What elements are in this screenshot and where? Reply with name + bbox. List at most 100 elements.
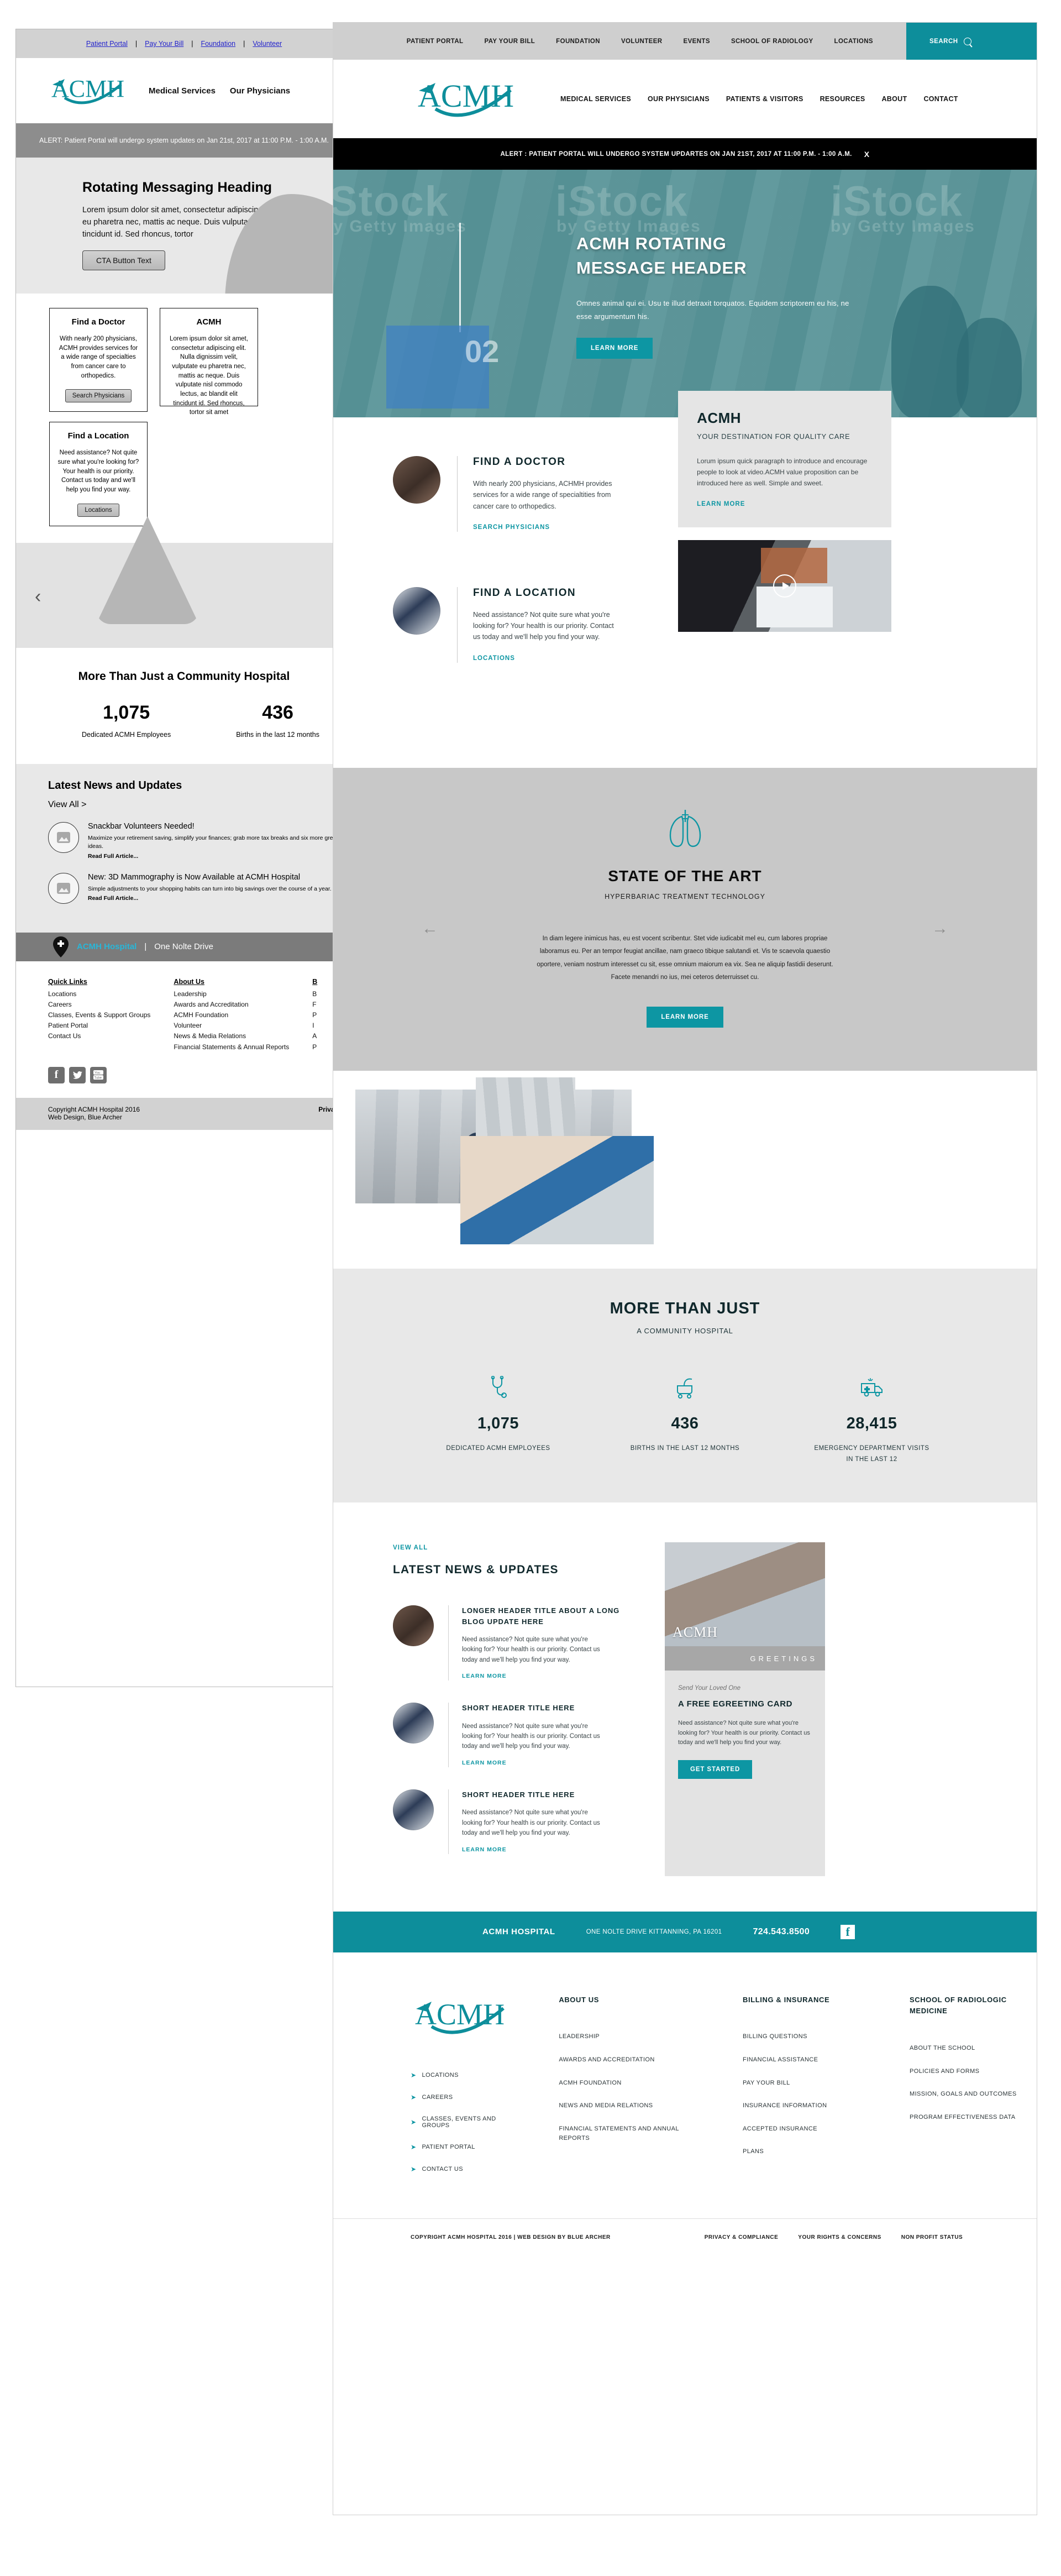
footer-link[interactable]: PROGRAM EFFECTIVENESS DATA <box>910 2113 1037 2123</box>
old-footer-link[interactable]: Financial Statements & Annual Reports <box>174 1042 289 1053</box>
old-footer-link[interactable]: Leadership <box>174 989 289 999</box>
footer-link[interactable]: MISSION, GOALS AND OUTCOMES <box>910 2090 1037 2099</box>
old-utility-link-pay-your-bill[interactable]: Pay Your Bill <box>145 40 183 48</box>
old-hero-cta-button[interactable]: CTA Button Text <box>82 250 165 271</box>
facebook-icon[interactable]: f <box>48 1066 65 1083</box>
old-footer-link[interactable]: Awards and Accreditation <box>174 999 289 1010</box>
locations-link[interactable]: LOCATIONS <box>473 655 515 662</box>
state-of-the-art-learn-more-button[interactable]: LEARN MORE <box>647 1006 723 1028</box>
old-footer-link[interactable]: Locations <box>48 989 150 999</box>
old-footer-link[interactable]: Volunteer <box>174 1020 289 1031</box>
news-thumbnail <box>393 1703 434 1744</box>
old-news-item[interactable]: New: 3D Mammography is Now Available at … <box>48 872 352 904</box>
footer-link[interactable]: ACCEPTED INSURANCE <box>743 2124 870 2134</box>
old-nav-our-physicians[interactable]: Our Physicians <box>230 86 290 96</box>
utility-link-volunteer[interactable]: VOLUNTEER <box>621 38 663 45</box>
twitter-icon[interactable] <box>69 1066 86 1083</box>
footer-link[interactable]: INSURANCE INFORMATION <box>743 2101 870 2111</box>
old-news-read-more[interactable]: Read Full Article... <box>88 853 138 860</box>
alert-close-icon[interactable]: X <box>864 150 870 159</box>
footer-link-classes-events-groups[interactable]: ➤ CLASSES, EVENTS AND GROUPS <box>411 2116 519 2129</box>
search-button[interactable]: SEARCH <box>906 23 1037 60</box>
acmh-logo-icon[interactable]: ACMH <box>411 1994 508 2038</box>
footer-link[interactable]: PAY YOUR BILL <box>743 2078 870 2088</box>
footer-link[interactable]: BILLING QUESTIONS <box>743 2032 870 2042</box>
footer-link[interactable]: ABOUT THE SCHOOL <box>910 2044 1037 2054</box>
footer-link-patient-portal[interactable]: ➤ PATIENT PORTAL <box>411 2143 519 2151</box>
old-news-read-more[interactable]: Read Full Article... <box>88 895 138 902</box>
old-locations-button[interactable]: Locations <box>77 503 119 517</box>
old-footer-link[interactable]: Patient Portal <box>48 1020 150 1031</box>
hero-learn-more-button[interactable]: LEARN MORE <box>576 338 653 359</box>
old-footer-link[interactable]: F <box>312 999 317 1010</box>
footer-link[interactable]: PLANS <box>743 2147 870 2157</box>
nav-patients-and-visitors[interactable]: PATIENTS & VISITORS <box>726 95 803 103</box>
news-item[interactable]: SHORT HEADER TITLE HERE Need assistance?… <box>393 1789 643 1854</box>
footer-link[interactable]: FINANCIAL ASSISTANCE <box>743 2055 870 2065</box>
utility-link-locations[interactable]: LOCATIONS <box>834 38 873 45</box>
feature-title: FIND A DOCTOR <box>473 456 566 468</box>
utility-link-pay-your-bill[interactable]: PAY YOUR BILL <box>484 38 535 45</box>
nav-contact[interactable]: CONTACT <box>923 95 958 103</box>
footer-privacy-compliance-link[interactable]: PRIVACY & COMPLIANCE <box>705 2234 779 2240</box>
facebook-icon[interactable]: f <box>841 1924 855 1939</box>
footer-link[interactable]: FINANCIAL STATEMENTS AND ANNUAL REPORTS <box>559 2124 703 2144</box>
nav-medical-services[interactable]: MEDICAL SERVICES <box>560 95 631 103</box>
play-icon[interactable] <box>773 574 797 598</box>
old-view-all-link[interactable]: View All > <box>48 800 352 810</box>
utility-link-school-of-radiology[interactable]: SCHOOL OF RADIOLOGY <box>731 38 813 45</box>
contact-hospital-name: ACMH HOSPITAL <box>482 1927 555 1937</box>
footer-link-locations[interactable]: ➤ LOCATIONS <box>411 2071 519 2079</box>
news-item[interactable]: LONGER HEADER TITLE ABOUT A LONG BLOG UP… <box>393 1605 643 1681</box>
acmh-logo-icon[interactable]: ACMH <box>48 74 125 108</box>
footer-link[interactable]: LEADERSHIP <box>559 2032 703 2042</box>
footer-your-rights-concerns-link[interactable]: YOUR RIGHTS & CONCERNS <box>798 2234 881 2240</box>
get-started-button[interactable]: GET STARTED <box>678 1760 753 1779</box>
old-footer-link[interactable]: ACMH Foundation <box>174 1010 289 1020</box>
old-news-item[interactable]: Snackbar Volunteers Needed! Maximize you… <box>48 822 352 860</box>
acmh-logo-icon[interactable]: ACMH <box>413 76 516 122</box>
footer-link[interactable]: NEWS AND MEDIA RELATIONS <box>559 2101 703 2111</box>
old-footer-link[interactable]: P <box>312 1010 317 1020</box>
nav-about[interactable]: ABOUT <box>881 95 907 103</box>
utility-link-events[interactable]: EVENTS <box>684 38 710 45</box>
old-footer-link[interactable]: B <box>312 989 317 999</box>
news-learn-more-link[interactable]: LEARN MORE <box>462 1673 507 1679</box>
footer-link[interactable]: AWARDS AND ACCREDITATION <box>559 2055 703 2065</box>
contact-phone[interactable]: 724.543.8500 <box>753 1927 810 1937</box>
old-nav-medical-services[interactable]: Medical Services <box>149 86 216 96</box>
old-utility-link-volunteer[interactable]: Volunteer <box>253 40 282 48</box>
old-footer-link[interactable]: News & Media Relations <box>174 1031 289 1041</box>
old-footer-link[interactable]: P <box>312 1042 317 1053</box>
view-all-link[interactable]: VIEW ALL <box>393 1544 428 1551</box>
old-search-physicians-button[interactable]: Search Physicians <box>65 389 132 403</box>
old-footer-link[interactable]: I <box>312 1020 317 1031</box>
old-footer-link[interactable]: A <box>312 1031 317 1041</box>
nav-resources[interactable]: RESOURCES <box>820 95 865 103</box>
promo-video-thumbnail[interactable] <box>678 540 892 632</box>
footer-non-profit-status-link[interactable]: NON PROFIT STATUS <box>901 2234 963 2240</box>
footer-link-contact-us[interactable]: ➤ CONTACT US <box>411 2165 519 2173</box>
news-learn-more-link[interactable]: LEARN MORE <box>462 1846 507 1853</box>
news-item[interactable]: SHORT HEADER TITLE HERE Need assistance?… <box>393 1703 643 1767</box>
old-footer-link[interactable]: Careers <box>48 999 150 1010</box>
old-footer-col-billing: B B F P I A P <box>312 978 317 1053</box>
old-footer-link[interactable]: Classes, Events & Support Groups <box>48 1010 150 1020</box>
carousel-prev-icon[interactable]: ← <box>422 919 438 938</box>
carousel-next-icon[interactable]: → <box>932 919 948 938</box>
youtube-icon[interactable]: You Tube <box>90 1066 107 1083</box>
old-footer-link[interactable]: Contact Us <box>48 1031 150 1041</box>
search-physicians-link[interactable]: SEARCH PHYSICIANS <box>473 524 550 531</box>
footer-link-careers[interactable]: ➤ CAREERS <box>411 2093 519 2101</box>
news-learn-more-link[interactable]: LEARN MORE <box>462 1760 507 1766</box>
footer-link[interactable]: POLICIES AND FORMS <box>910 2067 1037 2077</box>
utility-link-patient-portal[interactable]: PATIENT PORTAL <box>407 38 464 45</box>
utility-link-foundation[interactable]: FOUNDATION <box>556 38 600 45</box>
old-utility-link-foundation[interactable]: Foundation <box>201 40 236 48</box>
carousel-prev-icon[interactable]: ‹ <box>35 586 41 608</box>
nav-our-physicians[interactable]: OUR PHYSICIANS <box>648 95 710 103</box>
stat-dedicated-employees: 1,075 DEDICATED ACMH EMPLOYEES <box>439 1375 558 1465</box>
promo-learn-more-link[interactable]: LEARN MORE <box>697 501 745 507</box>
footer-link[interactable]: ACMH FOUNDATION <box>559 2078 703 2088</box>
old-utility-link-patient-portal[interactable]: Patient Portal <box>86 40 128 48</box>
